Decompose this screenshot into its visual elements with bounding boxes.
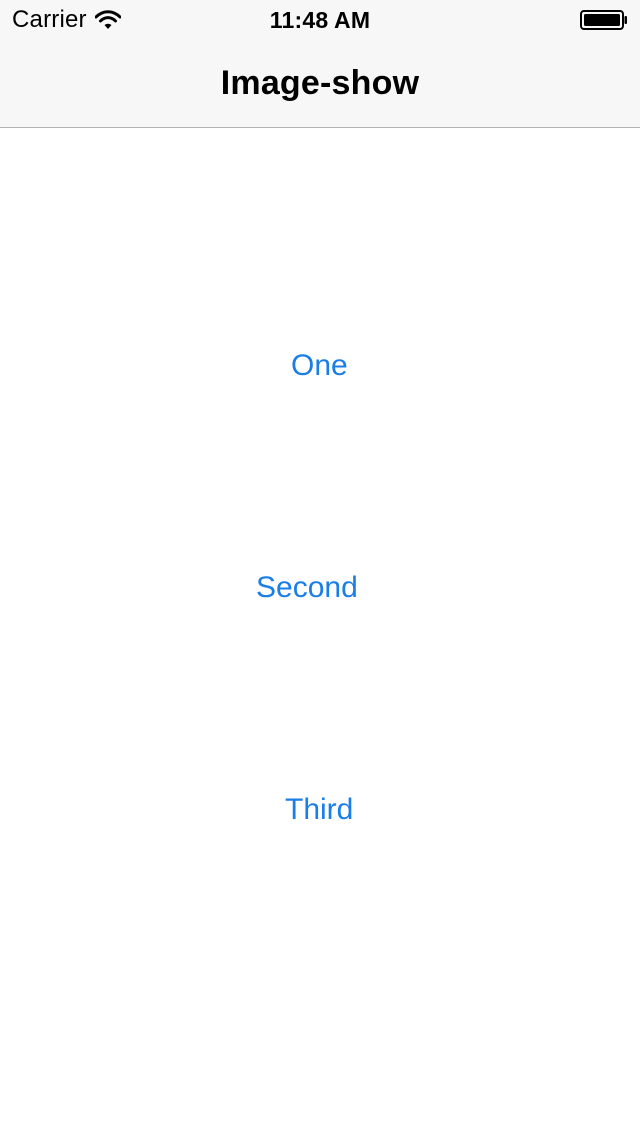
navigation-bar: Carrier 11:48 AM Image-show: [0, 0, 640, 128]
page-title: Image-show: [220, 64, 420, 102]
status-bar: Carrier 11:48 AM: [0, 0, 640, 40]
one-button[interactable]: One: [291, 348, 348, 384]
status-time: 11:48 AM: [269, 7, 371, 33]
main-content: One Second Third: [0, 128, 640, 1136]
third-button[interactable]: Third: [285, 792, 353, 828]
second-button[interactable]: Second: [256, 570, 358, 606]
battery-icon: [580, 10, 627, 30]
